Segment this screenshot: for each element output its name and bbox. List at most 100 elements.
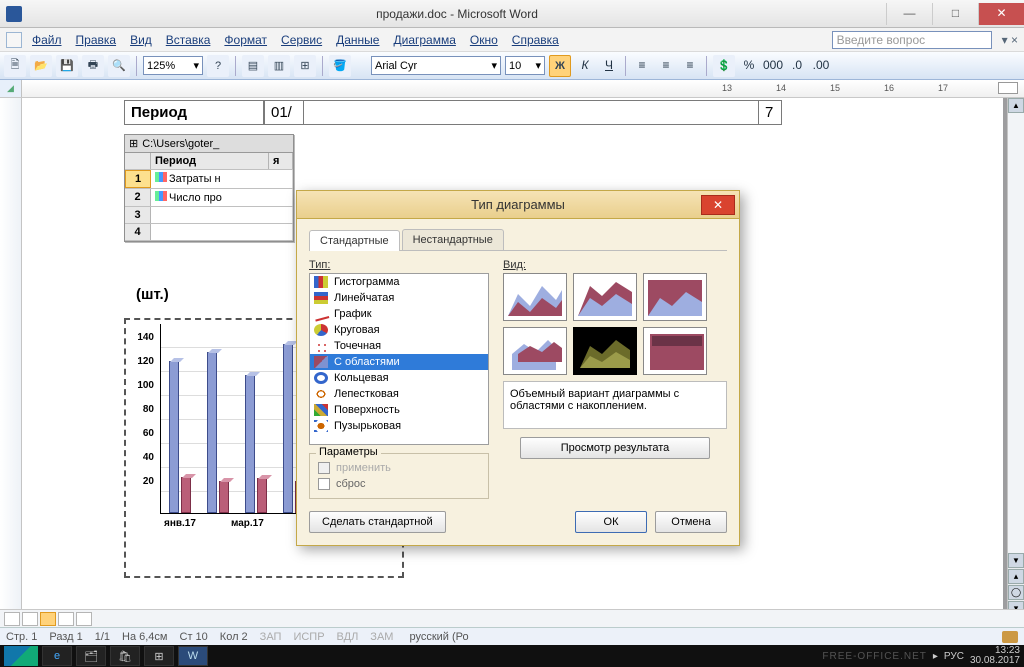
grid-row-3[interactable]: 3 (125, 207, 151, 223)
subtype-area-6[interactable] (643, 327, 707, 375)
menu-format[interactable]: Формат (220, 31, 271, 49)
bold-button[interactable]: Ж (549, 55, 571, 77)
scroll-track[interactable] (1008, 113, 1024, 553)
type-item-5[interactable]: С областями (310, 354, 488, 370)
type-item-3[interactable]: Круговая (310, 322, 488, 338)
font-select[interactable]: Arial Cyr▾ (371, 56, 501, 75)
scroll-down-button[interactable]: ▼ (1008, 553, 1024, 568)
size-select[interactable]: 10▾ (505, 56, 545, 75)
grid-cell-3[interactable] (151, 207, 293, 223)
tab-nonstandard[interactable]: Нестандартные (402, 229, 504, 250)
subtype-area-3[interactable] (643, 273, 707, 321)
ruler-strip[interactable]: 13 14 15 16 17 (22, 80, 1024, 97)
help-dropdown-icon[interactable]: ▾ × (1002, 33, 1018, 47)
system-tray[interactable]: FREE-OFFICE.NET ▸ РУС 13:2330.08.2017 (822, 646, 1020, 666)
datasheet-window[interactable]: ⊞ C:\Users\goter_ Период я 1 Затраты н 2… (124, 134, 294, 242)
make-default-button[interactable]: Сделать стандартной (309, 511, 446, 533)
chart-bar[interactable] (257, 478, 267, 513)
menu-help[interactable]: Справка (508, 31, 563, 49)
type-item-1[interactable]: Линейчатая (310, 290, 488, 306)
chart-bar[interactable] (181, 477, 191, 513)
zoom-select[interactable]: 125%▾ (143, 56, 203, 75)
taskbar-ie[interactable]: e (42, 646, 72, 666)
menu-view[interactable]: Вид (126, 31, 156, 49)
save-button[interactable]: 💾 (56, 55, 78, 77)
percent-button[interactable]: % (739, 56, 759, 76)
status-ext[interactable]: ВДЛ (337, 631, 359, 643)
spellcheck-icon[interactable] (1002, 631, 1018, 643)
ruler-toggle-icon[interactable] (998, 82, 1018, 94)
chart-type-dialog[interactable]: Тип диаграммы ✕ Стандартные Нестандартны… (296, 190, 740, 546)
align-right-button[interactable]: ≡ (680, 56, 700, 76)
menu-data[interactable]: Данные (332, 31, 383, 49)
subtype-area-2[interactable] (573, 273, 637, 321)
status-language[interactable]: русский (Ро (409, 631, 468, 643)
chart-bar[interactable] (207, 352, 217, 513)
type-item-4[interactable]: Точечная (310, 338, 488, 354)
close-button[interactable]: ✕ (978, 3, 1024, 25)
tray-clock[interactable]: 13:2330.08.2017 (970, 646, 1020, 666)
type-item-8[interactable]: Поверхность (310, 402, 488, 418)
dialog-title[interactable]: Тип диаграммы ✕ (297, 191, 739, 219)
datasheet-grid[interactable]: Период я 1 Затраты н 2 Число про 3 4 (125, 153, 293, 241)
grid-cell-1[interactable]: Затраты н (151, 170, 293, 188)
dialog-close-button[interactable]: ✕ (701, 195, 735, 215)
menu-window[interactable]: Окно (466, 31, 502, 49)
scroll-up-button[interactable]: ▲ (1008, 98, 1024, 113)
taskbar[interactable]: e 🗂 🛍 ⊞ W FREE-OFFICE.NET ▸ РУС 13:2330.… (0, 645, 1024, 667)
view-normal[interactable] (4, 612, 20, 626)
view-print[interactable] (40, 612, 56, 626)
preview-button[interactable]: 🔍 (108, 55, 130, 77)
grid-row-4[interactable]: 4 (125, 224, 151, 240)
vertical-scrollbar[interactable]: ▲ ▼ ▴ ◯ ▾ (1007, 98, 1024, 631)
currency-button[interactable]: 💲 (713, 55, 735, 77)
menu-tools[interactable]: Сервис (277, 31, 326, 49)
inc-decimal-button[interactable]: .0 (787, 56, 807, 76)
grid-col-b[interactable]: я (269, 153, 293, 169)
chart-bar[interactable] (283, 344, 293, 513)
status-ovr[interactable]: ЗАМ (370, 631, 393, 643)
view-web[interactable] (22, 612, 38, 626)
menu-file[interactable]: Файл (28, 31, 66, 49)
by-col-button[interactable]: ▥ (268, 55, 290, 77)
taskbar-word[interactable]: W (178, 646, 208, 666)
taskbar-apps[interactable]: ⊞ (144, 646, 174, 666)
dec-decimal-button[interactable]: .00 (811, 56, 831, 76)
cancel-button[interactable]: Отмена (655, 511, 727, 533)
type-item-2[interactable]: График (310, 306, 488, 322)
taskbar-store[interactable]: 🛍 (110, 646, 140, 666)
subtype-area-5-selected[interactable] (573, 327, 637, 375)
new-doc-button[interactable]: 🗎 (4, 55, 26, 77)
tab-standard[interactable]: Стандартные (309, 230, 400, 251)
menu-insert[interactable]: Вставка (162, 31, 215, 49)
ok-button[interactable]: ОК (575, 511, 647, 533)
datasheet-button[interactable]: ⊞ (294, 55, 316, 77)
thousands-button[interactable]: 000 (763, 56, 783, 76)
browse-object-button[interactable]: ◯ (1008, 585, 1024, 600)
align-left-button[interactable]: ≡ (632, 56, 652, 76)
align-center-button[interactable]: ≡ (656, 56, 676, 76)
underline-button[interactable]: Ч (599, 56, 619, 76)
grid-row-2[interactable]: 2 (125, 189, 151, 206)
taskbar-explorer[interactable]: 🗂 (76, 646, 106, 666)
italic-button[interactable]: К (575, 56, 595, 76)
subtype-area-1[interactable] (503, 273, 567, 321)
chart-bar[interactable] (219, 481, 229, 513)
help-button[interactable]: ? (207, 55, 229, 77)
grid-cell-4[interactable] (151, 224, 293, 240)
type-item-7[interactable]: Лепестковая (310, 386, 488, 402)
ruler-vertical[interactable] (0, 98, 22, 631)
maximize-button[interactable]: □ (932, 3, 978, 25)
help-search-input[interactable]: Введите вопрос (832, 31, 992, 49)
tray-flag-icon[interactable]: ▸ (933, 651, 938, 662)
keyboard-layout[interactable]: РУС (944, 651, 964, 662)
prev-page-button[interactable]: ▴ (1008, 569, 1024, 584)
start-button[interactable] (4, 646, 38, 666)
minimize-button[interactable]: — (886, 3, 932, 25)
type-item-6[interactable]: Кольцевая (310, 370, 488, 386)
status-trk[interactable]: ИСПР (293, 631, 324, 643)
grid-row-1[interactable]: 1 (125, 170, 151, 188)
status-rec[interactable]: ЗАП (260, 631, 282, 643)
grid-col-period[interactable]: Период (151, 153, 269, 169)
grid-cell-2[interactable]: Число про (151, 189, 293, 206)
